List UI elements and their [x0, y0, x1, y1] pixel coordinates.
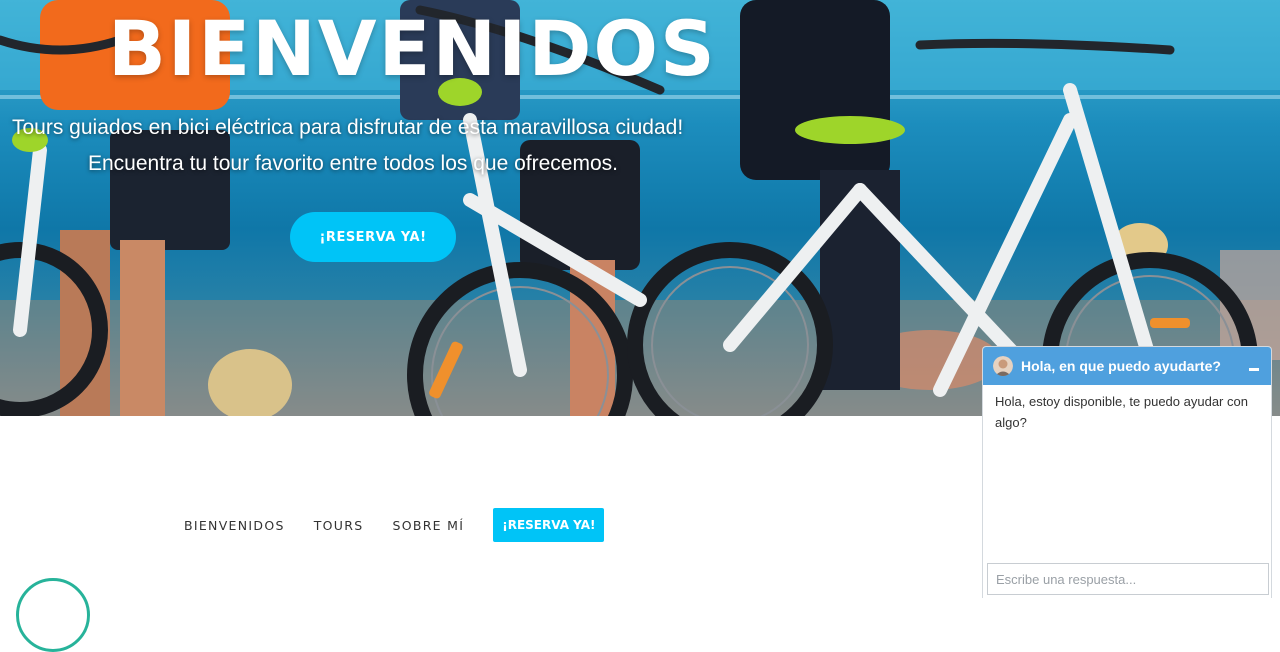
chat-widget: Hola, en que puedo ayudarte? Hola, estoy… — [982, 346, 1272, 598]
hero-reserve-button[interactable]: ¡RESERVA YA! — [290, 212, 456, 262]
nav-item-tours[interactable]: TOURS — [314, 518, 364, 533]
nav-item-sobre-mi[interactable]: SOBRE MÍ — [392, 518, 464, 533]
site-logo[interactable] — [16, 578, 90, 652]
hero-subtitle-line-2: Encuentra tu tour favorito entre todos l… — [88, 152, 618, 175]
minimize-icon[interactable] — [1247, 359, 1261, 373]
agent-avatar — [993, 356, 1013, 376]
nav-item-bienvenidos[interactable]: BIENVENIDOS — [184, 518, 285, 533]
nav-reserve-button[interactable]: ¡RESERVA YA! — [493, 508, 605, 542]
chat-message: Hola, estoy disponible, te puedo ayudar … — [995, 394, 1248, 430]
chat-reply-input[interactable] — [987, 563, 1269, 595]
main-nav: BIENVENIDOS TOURS SOBRE MÍ ¡RESERVA YA! — [184, 508, 605, 542]
chat-header-title: Hola, en que puedo ayudarte? — [1021, 358, 1221, 374]
chat-header[interactable]: Hola, en que puedo ayudarte? — [983, 347, 1271, 385]
hero-title: BIENVENIDOS — [108, 4, 717, 93]
hero-subtitle-line-1: Tours guiados en bici eléctrica para dis… — [12, 116, 684, 139]
